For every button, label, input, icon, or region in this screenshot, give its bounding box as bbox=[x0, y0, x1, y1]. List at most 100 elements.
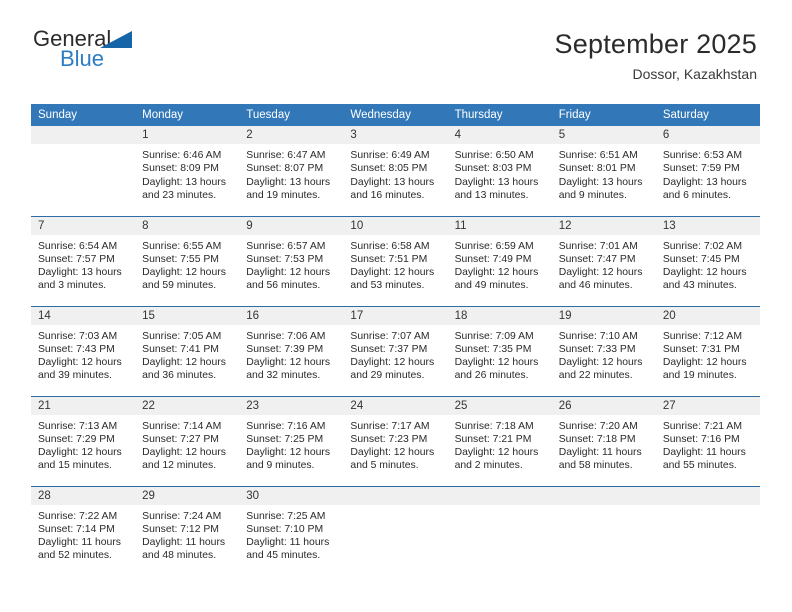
day-info-line: Daylight: 11 hours bbox=[38, 537, 121, 549]
day-info-line: Sunrise: 7:16 AM bbox=[246, 420, 326, 432]
day-cell-17[interactable]: 17 Sunrise: 7:07 AM Sunset: 7:37 PM Dayligh… bbox=[343, 305, 448, 396]
day-info-line: Daylight: 12 hours bbox=[142, 267, 226, 279]
day-cell-6[interactable]: 6 Sunrise: 6:53 AM Sunset: 7:59 PM Daylight… bbox=[655, 126, 760, 216]
day-info-line: Sunset: 7:10 PM bbox=[246, 523, 324, 535]
day-sun-info: Sunrise: 7:01 AM Sunset: 7:47 PM Daylight:… bbox=[552, 235, 656, 293]
day-sun-info: Sunrise: 7:16 AM Sunset: 7:25 PM Daylight:… bbox=[239, 415, 343, 473]
day-info-line: Daylight: 13 hours bbox=[558, 176, 643, 188]
day-cell-24[interactable]: 24 Sunrise: 7:17 AM Sunset: 7:23 PM Dayligh… bbox=[343, 395, 448, 486]
day-sun-info: Sunrise: 6:59 AM Sunset: 7:49 PM Daylight:… bbox=[448, 235, 552, 293]
day-sun-info bbox=[552, 505, 656, 510]
day-info-line: Sunrise: 6:47 AM bbox=[246, 150, 326, 161]
day-info-line: Sunset: 7:41 PM bbox=[142, 343, 219, 355]
day-cell-8[interactable]: 8 Sunrise: 6:55 AM Sunset: 7:55 PM Daylight… bbox=[135, 215, 240, 306]
calendar-week-row: 14 Sunrise: 7:03 AM Sunset: 7:43 PM Dayligh… bbox=[31, 305, 760, 396]
day-cell-16[interactable]: 16 Sunrise: 7:06 AM Sunset: 7:39 PM Dayligh… bbox=[239, 305, 344, 396]
day-number: 19 bbox=[551, 306, 656, 325]
day-info-line: Daylight: 12 hours bbox=[246, 447, 331, 459]
page-header: General Blue September 2025 Dossor, Kaza… bbox=[0, 0, 792, 83]
day-info-line: Sunrise: 7:21 AM bbox=[662, 420, 742, 432]
day-cell-27[interactable]: 27 Sunrise: 7:21 AM Sunset: 7:16 PM Dayligh… bbox=[655, 395, 760, 486]
weekday-header-saturday: Saturday bbox=[655, 104, 760, 126]
day-info-line: and 16 minutes. bbox=[350, 189, 425, 201]
day-number: 17 bbox=[343, 306, 448, 325]
day-sun-info: Sunrise: 6:54 AM Sunset: 7:57 PM Daylight:… bbox=[31, 235, 135, 293]
day-info-line: Sunrise: 7:25 AM bbox=[246, 510, 326, 522]
day-cell-25[interactable]: 25 Sunrise: 7:18 AM Sunset: 7:21 PM Dayligh… bbox=[447, 395, 552, 486]
title-block: September 2025 Dossor, Kazakhstan bbox=[555, 28, 757, 84]
day-info-line: Daylight: 12 hours bbox=[454, 447, 539, 459]
day-info-line: Sunset: 7:45 PM bbox=[662, 253, 740, 265]
day-number: 27 bbox=[655, 396, 760, 415]
day-cell-22[interactable]: 22 Sunrise: 7:14 AM Sunset: 7:27 PM Dayligh… bbox=[135, 395, 240, 486]
day-info-line: and 19 minutes. bbox=[246, 189, 321, 201]
day-info-line: Sunrise: 6:51 AM bbox=[558, 150, 638, 161]
day-info-line: Sunrise: 6:59 AM bbox=[454, 240, 534, 252]
day-info-line: Daylight: 12 hours bbox=[246, 357, 331, 369]
day-number bbox=[31, 126, 136, 144]
day-cell-29[interactable]: 29 Sunrise: 7:24 AM Sunset: 7:12 PM Dayligh… bbox=[135, 485, 240, 576]
day-cell-23[interactable]: 23 Sunrise: 7:16 AM Sunset: 7:25 PM Dayligh… bbox=[239, 395, 344, 486]
day-cell-13[interactable]: 13 Sunrise: 7:02 AM Sunset: 7:45 PM Dayligh… bbox=[655, 215, 760, 306]
day-info-line: Sunset: 8:07 PM bbox=[246, 163, 324, 175]
day-cell-20[interactable]: 20 Sunrise: 7:12 AM Sunset: 7:31 PM Dayligh… bbox=[655, 305, 760, 396]
day-sun-info bbox=[343, 505, 447, 510]
day-cell-4[interactable]: 4 Sunrise: 6:50 AM Sunset: 8:03 PM Daylight… bbox=[447, 126, 552, 216]
day-info-line: and 53 minutes. bbox=[350, 280, 425, 292]
day-info-line: Sunset: 7:12 PM bbox=[142, 523, 219, 535]
day-sun-info: Sunrise: 6:46 AM Sunset: 8:09 PM Daylight:… bbox=[135, 144, 239, 202]
day-number: 12 bbox=[551, 216, 656, 235]
day-sun-info: Sunrise: 6:53 AM Sunset: 7:59 PM Daylight:… bbox=[656, 144, 760, 202]
day-sun-info: Sunrise: 7:17 AM Sunset: 7:23 PM Daylight:… bbox=[343, 415, 447, 473]
day-cell-10[interactable]: 10 Sunrise: 6:58 AM Sunset: 7:51 PM Dayligh… bbox=[343, 215, 448, 306]
day-info-line: Sunset: 7:55 PM bbox=[142, 253, 219, 265]
day-cell-14[interactable]: 14 Sunrise: 7:03 AM Sunset: 7:43 PM Dayligh… bbox=[31, 305, 136, 396]
day-sun-info: Sunrise: 7:24 AM Sunset: 7:12 PM Daylight:… bbox=[135, 505, 239, 563]
day-number: 18 bbox=[447, 306, 552, 325]
day-sun-info: Sunrise: 7:07 AM Sunset: 7:37 PM Daylight:… bbox=[343, 325, 447, 383]
day-info-line: and 26 minutes. bbox=[454, 370, 529, 382]
day-cell-26[interactable]: 26 Sunrise: 7:20 AM Sunset: 7:18 PM Dayligh… bbox=[551, 395, 656, 486]
day-sun-info: Sunrise: 6:50 AM Sunset: 8:03 PM Daylight:… bbox=[448, 144, 552, 202]
day-info-line: Sunset: 7:21 PM bbox=[454, 433, 532, 445]
day-sun-info: Sunrise: 7:12 AM Sunset: 7:31 PM Daylight:… bbox=[656, 325, 760, 383]
day-number: 24 bbox=[343, 396, 448, 415]
day-number: 25 bbox=[447, 396, 552, 415]
calendar-week-row: 28 Sunrise: 7:22 AM Sunset: 7:14 PM Dayligh… bbox=[31, 485, 760, 576]
day-number: 9 bbox=[239, 216, 344, 235]
day-info-line: and 9 minutes. bbox=[558, 189, 627, 201]
day-cell-2[interactable]: 2 Sunrise: 6:47 AM Sunset: 8:07 PM Daylight… bbox=[239, 126, 344, 216]
day-cell-21[interactable]: 21 Sunrise: 7:13 AM Sunset: 7:29 PM Dayligh… bbox=[31, 395, 136, 486]
day-info-line: Sunset: 7:43 PM bbox=[38, 343, 115, 355]
day-cell-5[interactable]: 5 Sunrise: 6:51 AM Sunset: 8:01 PM Daylight… bbox=[551, 126, 656, 216]
day-cell-15[interactable]: 15 Sunrise: 7:05 AM Sunset: 7:41 PM Dayligh… bbox=[135, 305, 240, 396]
day-info-line: Sunrise: 6:55 AM bbox=[142, 240, 222, 252]
day-info-line: Daylight: 12 hours bbox=[246, 267, 331, 279]
day-info-line: Daylight: 13 hours bbox=[662, 176, 747, 188]
day-number: 5 bbox=[551, 126, 656, 144]
day-cell-19[interactable]: 19 Sunrise: 7:10 AM Sunset: 7:33 PM Dayligh… bbox=[551, 305, 656, 396]
day-info-line: Daylight: 13 hours bbox=[38, 267, 122, 279]
day-cell-18[interactable]: 18 Sunrise: 7:09 AM Sunset: 7:35 PM Dayligh… bbox=[447, 305, 552, 396]
day-cell-9[interactable]: 9 Sunrise: 6:57 AM Sunset: 7:53 PM Daylight… bbox=[239, 215, 344, 306]
day-cell-7[interactable]: 7 Sunrise: 6:54 AM Sunset: 7:57 PM Daylight… bbox=[31, 215, 136, 306]
day-info-line: Daylight: 12 hours bbox=[558, 357, 643, 369]
day-sun-info: Sunrise: 7:25 AM Sunset: 7:10 PM Daylight:… bbox=[239, 505, 343, 563]
day-cell-12[interactable]: 12 Sunrise: 7:01 AM Sunset: 7:47 PM Dayligh… bbox=[551, 215, 656, 306]
day-cell-30[interactable]: 30 Sunrise: 7:25 AM Sunset: 7:10 PM Dayligh… bbox=[239, 485, 344, 576]
day-cell-28[interactable]: 28 Sunrise: 7:22 AM Sunset: 7:14 PM Dayligh… bbox=[31, 485, 136, 576]
day-number: 6 bbox=[655, 126, 760, 144]
day-number: 20 bbox=[655, 306, 760, 325]
day-cell-3[interactable]: 3 Sunrise: 6:49 AM Sunset: 8:05 PM Daylight… bbox=[343, 126, 448, 216]
day-info-line: Sunrise: 6:58 AM bbox=[350, 240, 430, 252]
calendar-week-row: 1 Sunrise: 6:46 AM Sunset: 8:09 PM Daylight… bbox=[31, 126, 760, 216]
day-info-line: Sunrise: 7:02 AM bbox=[662, 240, 742, 252]
day-cell-11[interactable]: 11 Sunrise: 6:59 AM Sunset: 7:49 PM Dayligh… bbox=[447, 215, 552, 306]
day-info-line: Sunrise: 7:20 AM bbox=[558, 420, 638, 432]
day-number: 4 bbox=[447, 126, 552, 144]
day-cell-1[interactable]: 1 Sunrise: 6:46 AM Sunset: 8:09 PM Daylight… bbox=[135, 126, 240, 216]
day-info-line: Sunrise: 6:54 AM bbox=[38, 240, 118, 252]
day-number bbox=[447, 486, 552, 505]
day-info-line: Sunset: 7:39 PM bbox=[246, 343, 324, 355]
day-info-line: Daylight: 12 hours bbox=[350, 447, 435, 459]
